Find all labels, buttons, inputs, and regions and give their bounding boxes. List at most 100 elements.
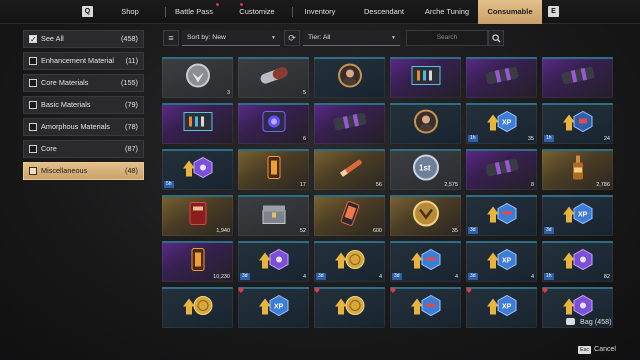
inventory-item[interactable]: 5 (238, 57, 309, 98)
checkbox-icon[interactable] (29, 123, 37, 131)
inventory-item[interactable]: XP (238, 287, 309, 328)
bag-indicator[interactable]: Bag (458) (566, 317, 612, 326)
nav-divider (292, 7, 293, 17)
item-quantity: 35 (527, 136, 534, 142)
rarity-bar (238, 241, 309, 243)
new-indicator-dot (216, 3, 219, 6)
inventory-item[interactable] (466, 57, 537, 98)
inventory-item[interactable] (314, 103, 385, 144)
item-quantity: 10,230 (213, 274, 230, 280)
bag-label: Bag (458) (580, 317, 612, 326)
checkbox-icon[interactable] (29, 145, 37, 153)
tab-battle-pass[interactable]: Battle Pass (170, 0, 219, 24)
inventory-item[interactable]: 10,230 (162, 241, 233, 282)
inventory-item[interactable]: 3d 4 (314, 241, 385, 282)
category-enhancement-material[interactable]: Enhancement Material (11) (23, 52, 144, 70)
tab-shop[interactable]: Shop (110, 0, 150, 24)
inventory-item[interactable] (390, 287, 461, 328)
inventory-item[interactable] (162, 103, 233, 144)
inventory-item[interactable]: XP 3d (542, 195, 613, 236)
inventory-item[interactable] (390, 103, 461, 144)
category-see-all[interactable]: See All (458) (23, 30, 144, 48)
tab-consumable[interactable]: Consumable (478, 0, 542, 24)
inventory-item[interactable]: 6 (238, 103, 309, 144)
tab-inventory[interactable]: Inventory (298, 0, 342, 24)
sort-order-icon[interactable]: ≡ (163, 30, 179, 46)
prev-tab-key-hint[interactable]: Q (82, 6, 93, 17)
category-core-materials[interactable]: Core Materials (155) (23, 74, 144, 92)
inventory-item[interactable]: 1h 24 (542, 103, 613, 144)
rarity-bar (238, 149, 309, 151)
checkbox-icon[interactable] (29, 79, 37, 87)
tab-descendant-label: Descendant (363, 7, 405, 16)
rarity-bar (390, 195, 461, 197)
checkbox-icon[interactable] (29, 101, 37, 109)
rarity-bar (390, 241, 461, 243)
duration-badge: 3d (240, 273, 250, 280)
inventory-item[interactable]: 35 (390, 195, 461, 236)
first-medal-icon: 1st (412, 153, 440, 186)
canister-icon (482, 64, 522, 91)
inventory-item[interactable]: 5h (162, 149, 233, 190)
inventory-item[interactable]: 56 (314, 149, 385, 190)
rarity-bar (390, 287, 461, 289)
inventory-item[interactable]: 3d (466, 195, 537, 236)
sort-dropdown[interactable]: Sort by: New ▼ (182, 30, 280, 46)
inventory-item[interactable]: 600 (314, 195, 385, 236)
rarity-bar (542, 103, 613, 105)
rarity-bar (238, 57, 309, 59)
tab-customize[interactable]: Customize (234, 0, 280, 24)
svg-text:XP: XP (502, 257, 512, 264)
inventory-item[interactable]: 1,940 (162, 195, 233, 236)
category-miscellaneous[interactable]: Miscellaneous (48) (23, 162, 144, 180)
inventory-item[interactable]: 1st 2,575 (390, 149, 461, 190)
inventory-item[interactable]: 2,786 (542, 149, 613, 190)
rarity-bar (542, 241, 613, 243)
search-button[interactable] (488, 30, 504, 46)
inventory-item[interactable] (314, 57, 385, 98)
inventory-item[interactable]: 17 (238, 149, 309, 190)
inventory-item[interactable]: XP (466, 287, 537, 328)
checkbox-icon[interactable] (29, 167, 37, 175)
category-amorphous-materials[interactable]: Amorphous Materials (78) (23, 118, 144, 136)
inventory-item[interactable]: 3d 4 (238, 241, 309, 282)
inventory-item[interactable] (162, 287, 233, 328)
tier-dropdown[interactable]: Tier: All ▼ (303, 30, 400, 46)
duration-badge: 3d (544, 227, 554, 234)
inventory-item[interactable]: 3 (162, 57, 233, 98)
tab-arche-tuning[interactable]: Arche Tuning (422, 0, 472, 24)
cancel-button[interactable]: Esc Cancel (578, 346, 616, 354)
inventory-item[interactable] (542, 57, 613, 98)
weapon-boost-icon (409, 246, 443, 277)
inventory-item[interactable]: 52 (238, 195, 309, 236)
inventory-item[interactable]: 8 (466, 149, 537, 190)
checkbox-icon[interactable] (29, 32, 37, 48)
weapon-boost-icon (485, 200, 519, 231)
inventory-item[interactable]: XP 1h 35 (466, 103, 537, 144)
crate-icon (181, 108, 215, 139)
rarity-bar (238, 195, 309, 197)
energy-cell-icon (336, 199, 364, 232)
rarity-bar (314, 57, 385, 59)
search-input[interactable]: Search (406, 30, 488, 46)
inventory-item[interactable]: XP 3d 4 (466, 241, 537, 282)
inventory-item[interactable]: 3d 4 (390, 241, 461, 282)
inventory-item[interactable]: 1h 82 (542, 241, 613, 282)
svg-text:XP: XP (274, 303, 284, 310)
tab-descendant[interactable]: Descendant (360, 0, 408, 24)
item-quantity: 35 (451, 228, 458, 234)
duration-badge: 5h (164, 181, 174, 188)
gold-boost-icon (561, 108, 595, 139)
category-basic-materials[interactable]: Basic Materials (79) (23, 96, 144, 114)
next-tab-key-hint[interactable]: E (548, 6, 559, 17)
item-quantity: 4 (454, 274, 458, 280)
inventory-item[interactable] (314, 287, 385, 328)
category-core[interactable]: Core (87) (23, 140, 144, 158)
rarity-bar (466, 57, 537, 59)
checkbox-icon[interactable] (29, 57, 37, 65)
tab-inventory-label: Inventory (304, 7, 336, 16)
refresh-icon[interactable]: ⟳ (284, 30, 300, 46)
rarity-bar (390, 57, 461, 59)
duration-badge: 3d (468, 273, 478, 280)
inventory-item[interactable] (390, 57, 461, 98)
